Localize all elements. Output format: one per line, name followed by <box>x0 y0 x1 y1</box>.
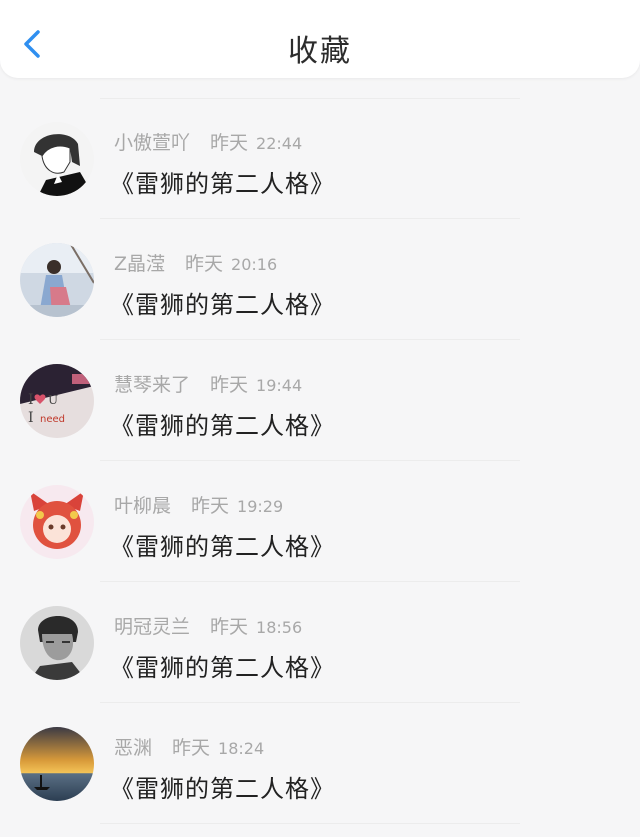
avatar[interactable] <box>20 727 94 801</box>
svg-text:I: I <box>28 392 34 408</box>
date-label: 昨天 <box>210 132 249 154</box>
top-nav-bar: 收藏 <box>0 0 640 78</box>
svg-text:U: U <box>48 393 58 407</box>
date-label: 昨天 <box>191 495 230 517</box>
timestamp: 19:29 <box>237 497 284 516</box>
message-text: 《雷狮的第二人格》 <box>110 533 335 561</box>
date-label: 昨天 <box>210 374 249 396</box>
message-text: 《雷狮的第二人格》 <box>110 170 335 198</box>
date-label: 昨天 <box>185 253 224 275</box>
timestamp: 18:24 <box>218 739 265 758</box>
message-text: 《雷狮的第二人格》 <box>110 291 335 319</box>
list-item[interactable]: 恶渊 昨天 18:24 《雷狮的第二人格》 <box>0 703 640 824</box>
list-item[interactable]: 明冠灵兰 昨天 18:56 《雷狮的第二人格》 <box>0 582 640 703</box>
avatar[interactable] <box>20 485 94 559</box>
avatar[interactable]: I U I need <box>20 364 94 438</box>
timestamp: 20:16 <box>231 255 278 274</box>
date-label: 昨天 <box>172 737 211 759</box>
list-item[interactable]: 叶柳晨 昨天 19:29 《雷狮的第二人格》 <box>0 461 640 582</box>
sender-name: 恶渊 <box>114 737 153 759</box>
avatar[interactable] <box>20 122 94 196</box>
divider <box>100 823 520 824</box>
favorites-list: 小傲萱吖 昨天 22:44 《雷狮的第二人格》 Z晶滢 昨天 20:16 《雷狮的第二人… <box>0 98 640 824</box>
svg-text:I: I <box>28 410 34 426</box>
timestamp: 22:44 <box>256 134 303 153</box>
sender-name: 明冠灵兰 <box>114 616 191 638</box>
message-text: 《雷狮的第二人格》 <box>110 412 335 440</box>
avatar[interactable] <box>20 606 94 680</box>
sender-name: 叶柳晨 <box>114 495 172 517</box>
sender-name: Z晶滢 <box>114 253 166 275</box>
sender-name: 慧琴来了 <box>114 374 191 396</box>
timestamp: 19:44 <box>256 376 303 395</box>
date-label: 昨天 <box>210 616 249 638</box>
sender-name: 小傲萱吖 <box>114 132 191 154</box>
avatar[interactable] <box>20 243 94 317</box>
page-title: 收藏 <box>288 34 352 69</box>
message-text: 《雷狮的第二人格》 <box>110 775 335 803</box>
list-item[interactable]: I U I need 慧琴来了 昨天 19:44 《雷狮的第二人格》 <box>0 340 640 461</box>
timestamp: 18:56 <box>256 618 303 637</box>
divider <box>100 98 520 99</box>
list-item[interactable]: 小傲萱吖 昨天 22:44 《雷狮的第二人格》 <box>0 98 640 219</box>
list-item[interactable]: Z晶滢 昨天 20:16 《雷狮的第二人格》 <box>0 219 640 340</box>
svg-text:need: need <box>40 414 65 425</box>
message-text: 《雷狮的第二人格》 <box>110 654 335 682</box>
